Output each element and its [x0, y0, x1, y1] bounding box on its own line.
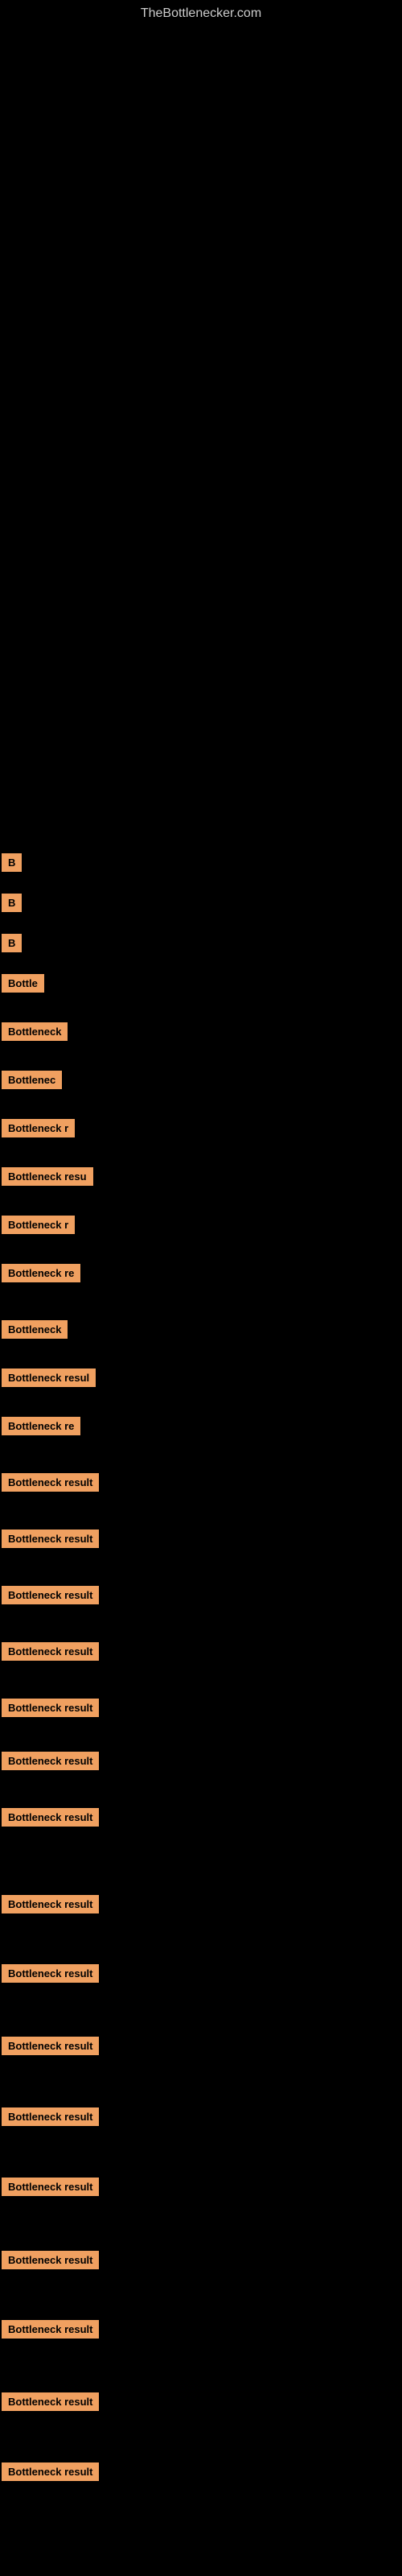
bottleneck-label: Bottleneck result: [2, 1808, 99, 1827]
bottleneck-label: Bottleneck: [2, 1320, 68, 1339]
result-row: Bottleneck result: [2, 1473, 99, 1497]
result-row: Bottleneck result: [2, 1699, 99, 1723]
result-row: Bottleneck result: [2, 1964, 99, 1988]
bottleneck-label: Bottle: [2, 974, 44, 993]
result-row: Bottleneck result: [2, 1586, 99, 1610]
bottleneck-label: Bottleneck r: [2, 1119, 75, 1137]
bottleneck-label: Bottleneck result: [2, 2251, 99, 2269]
bottleneck-label: Bottleneck resu: [2, 1167, 93, 1186]
result-row: B: [2, 894, 22, 918]
bottleneck-label: Bottleneck resul: [2, 1368, 96, 1387]
result-row: Bottleneck: [2, 1022, 68, 1046]
bottleneck-label: B: [2, 934, 22, 952]
result-row: Bottleneck result: [2, 2392, 99, 2417]
bottleneck-label: Bottleneck: [2, 1022, 68, 1041]
bottleneck-label: Bottleneck result: [2, 1895, 99, 1913]
bottleneck-label: Bottleneck result: [2, 1642, 99, 1661]
result-row: Bottleneck result: [2, 2037, 99, 2061]
bottleneck-label: Bottleneck re: [2, 1264, 80, 1282]
bottleneck-label: Bottleneck result: [2, 2320, 99, 2339]
result-row: Bottleneck result: [2, 2251, 99, 2275]
result-row: Bottleneck r: [2, 1216, 75, 1240]
result-row: Bottleneck result: [2, 2462, 99, 2487]
bottleneck-label: Bottleneck result: [2, 1752, 99, 1770]
bottleneck-label: Bottleneck re: [2, 1417, 80, 1435]
bottleneck-label: Bottleneck result: [2, 2037, 99, 2055]
result-row: Bottleneck re: [2, 1264, 80, 1288]
result-row: Bottleneck: [2, 1320, 68, 1344]
result-row: Bottleneck result: [2, 1808, 99, 1832]
bottleneck-label: Bottleneck result: [2, 2178, 99, 2196]
bottleneck-label: Bottleneck result: [2, 1964, 99, 1983]
result-row: Bottleneck result: [2, 1530, 99, 1554]
bottleneck-label: Bottleneck result: [2, 2462, 99, 2481]
result-row: Bottlenec: [2, 1071, 62, 1095]
result-row: Bottleneck result: [2, 1642, 99, 1666]
result-row: Bottleneck result: [2, 2107, 99, 2132]
result-row: Bottleneck r: [2, 1119, 75, 1143]
bottleneck-label: B: [2, 894, 22, 912]
bottleneck-label: Bottlenec: [2, 1071, 62, 1089]
result-row: Bottleneck result: [2, 2320, 99, 2344]
result-row: Bottleneck re: [2, 1417, 80, 1441]
bottleneck-label: Bottleneck result: [2, 2107, 99, 2126]
bottleneck-label: Bottleneck result: [2, 1530, 99, 1548]
bottleneck-label: Bottleneck result: [2, 1473, 99, 1492]
bottleneck-label: B: [2, 853, 22, 872]
result-row: Bottleneck resu: [2, 1167, 93, 1191]
result-row: Bottleneck resul: [2, 1368, 96, 1393]
result-row: B: [2, 853, 22, 877]
site-title: TheBottlenecker.com: [0, 0, 402, 24]
bottleneck-label: Bottleneck result: [2, 1699, 99, 1717]
result-row: Bottleneck result: [2, 1895, 99, 1919]
bottleneck-label: Bottleneck result: [2, 1586, 99, 1604]
result-row: B: [2, 934, 22, 958]
result-row: Bottleneck result: [2, 1752, 99, 1776]
bottleneck-label: Bottleneck r: [2, 1216, 75, 1234]
bottleneck-label: Bottleneck result: [2, 2392, 99, 2411]
result-row: Bottle: [2, 974, 44, 998]
result-row: Bottleneck result: [2, 2178, 99, 2202]
